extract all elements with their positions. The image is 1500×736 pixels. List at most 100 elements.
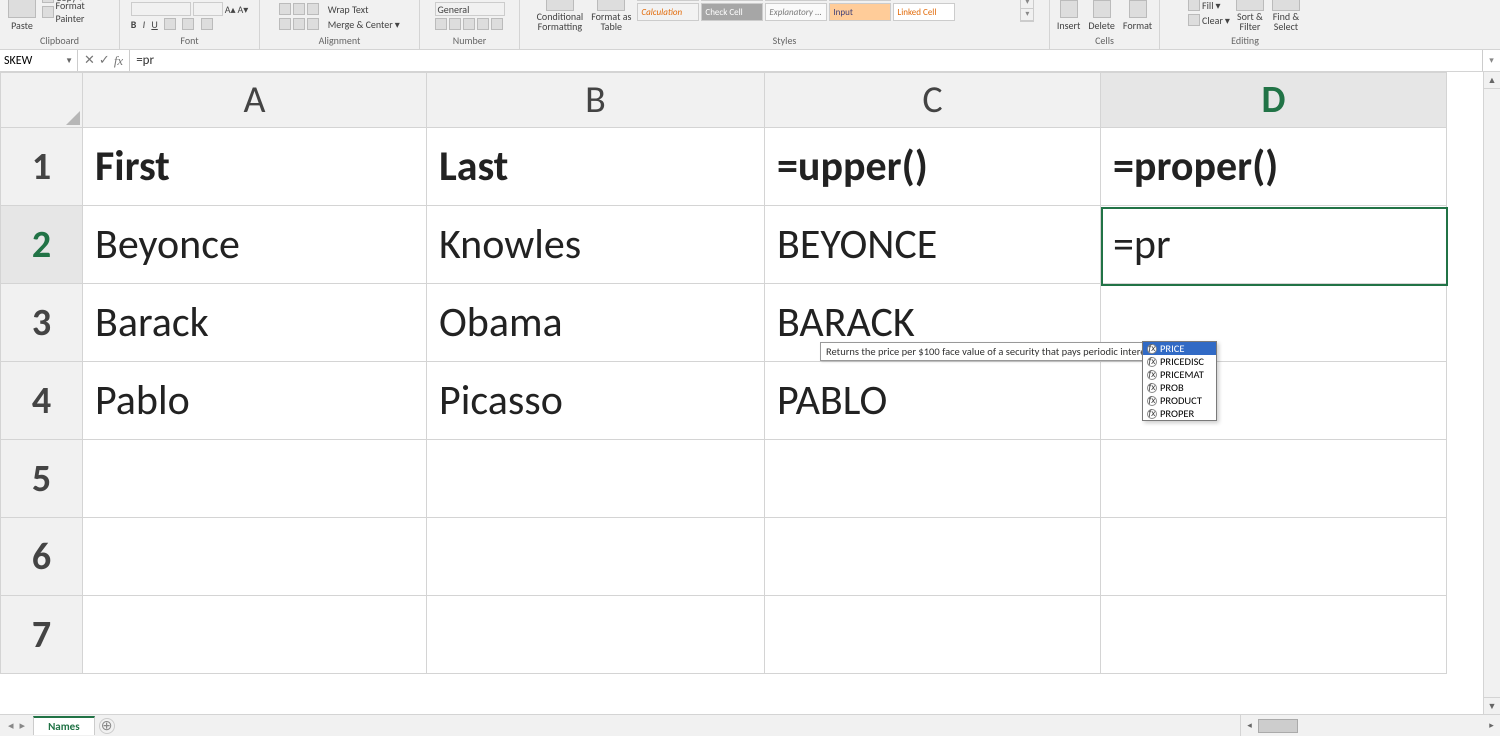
spreadsheet-grid[interactable]: A B C D 1 First Last =upper() =proper() … xyxy=(0,72,1447,674)
autocomplete-item-product[interactable]: fxPRODUCT xyxy=(1143,394,1216,407)
fill-button[interactable]: Fill ▾ xyxy=(1188,0,1230,12)
align-center-button[interactable] xyxy=(293,18,305,30)
horizontal-scrollbar[interactable]: ◂ ▸ xyxy=(1240,714,1500,736)
row-header-2[interactable]: 2 xyxy=(1,206,83,284)
align-top-button[interactable] xyxy=(279,3,291,15)
style-input[interactable]: Input xyxy=(829,3,891,21)
align-bottom-button[interactable] xyxy=(307,3,319,15)
cell-d6[interactable] xyxy=(1101,518,1447,596)
vertical-scrollbar[interactable]: ▲ ▼ xyxy=(1483,72,1500,714)
format-painter-button[interactable]: Format Painter xyxy=(42,5,113,19)
border-button[interactable] xyxy=(164,18,176,30)
format-as-table-button[interactable]: Format as Table xyxy=(589,0,633,32)
sheet-nav-buttons[interactable]: ◂▸ xyxy=(0,719,33,732)
cell-a2[interactable]: Beyonce xyxy=(83,206,427,284)
cell-b1[interactable]: Last xyxy=(427,128,765,206)
style-calculation[interactable]: Calculation xyxy=(637,3,699,21)
select-all-corner[interactable] xyxy=(1,73,83,128)
cell-a4[interactable]: Pablo xyxy=(83,362,427,440)
cell-c2[interactable]: BEYONCE xyxy=(765,206,1101,284)
cell-d5[interactable] xyxy=(1101,440,1447,518)
fill-color-button[interactable] xyxy=(182,18,194,30)
bold-button[interactable]: B xyxy=(131,18,137,31)
style-explanatory[interactable]: Explanatory ... xyxy=(765,3,827,21)
cell-a5[interactable] xyxy=(83,440,427,518)
paste-button[interactable]: Paste xyxy=(6,0,38,32)
styles-scroll[interactable]: ▴▾▾ xyxy=(1020,0,1034,22)
row-header-1[interactable]: 1 xyxy=(1,128,83,206)
clear-button[interactable]: Clear ▾ xyxy=(1188,13,1230,27)
decrease-decimal-button[interactable] xyxy=(491,18,503,30)
name-box[interactable]: SKEW ▼ xyxy=(0,50,78,71)
scroll-down-button[interactable]: ▼ xyxy=(1484,697,1500,714)
row-header-5[interactable]: 5 xyxy=(1,440,83,518)
hscroll-thumb[interactable] xyxy=(1258,719,1298,733)
cell-c1[interactable]: =upper() xyxy=(765,128,1101,206)
cell-c6[interactable] xyxy=(765,518,1101,596)
scroll-right-button[interactable]: ▸ xyxy=(1483,715,1500,736)
cell-a7[interactable] xyxy=(83,596,427,674)
col-header-b[interactable]: B xyxy=(427,73,765,128)
cell-d1[interactable]: =proper() xyxy=(1101,128,1447,206)
cell-c4[interactable]: PABLO xyxy=(765,362,1101,440)
find-select-button[interactable]: Find & Select xyxy=(1270,0,1302,32)
align-right-button[interactable] xyxy=(307,18,319,30)
align-left-button[interactable] xyxy=(279,18,291,30)
style-check-cell[interactable]: Check Cell xyxy=(701,3,763,21)
cancel-formula-button[interactable]: ✕ xyxy=(84,53,95,68)
scroll-left-button[interactable]: ◂ xyxy=(1241,715,1258,736)
cell-b2[interactable]: Knowles xyxy=(427,206,765,284)
row-header-3[interactable]: 3 xyxy=(1,284,83,362)
format-cells-button[interactable]: Format xyxy=(1121,0,1154,32)
cell-d7[interactable] xyxy=(1101,596,1447,674)
cell-b5[interactable] xyxy=(427,440,765,518)
autocomplete-item-prob[interactable]: fxPROB xyxy=(1143,381,1216,394)
scroll-up-button[interactable]: ▲ xyxy=(1484,72,1500,89)
cell-b3[interactable]: Obama xyxy=(427,284,765,362)
formula-bar-expand-button[interactable]: ▾ xyxy=(1482,50,1500,71)
cell-a1[interactable]: First xyxy=(83,128,427,206)
style-linked-cell[interactable]: Linked Cell xyxy=(893,3,955,21)
wrap-text-button[interactable]: Wrap Text xyxy=(328,3,369,16)
cell-a3[interactable]: Barack xyxy=(83,284,427,362)
number-format-dropdown[interactable]: General xyxy=(435,2,505,16)
style-neutral[interactable]: Neutral xyxy=(829,0,891,1)
style-bad[interactable]: Bad xyxy=(701,0,763,1)
style-good[interactable]: Good xyxy=(765,0,827,1)
row-header-7[interactable]: 7 xyxy=(1,596,83,674)
conditional-formatting-button[interactable]: Conditional Formatting xyxy=(535,0,586,32)
underline-button[interactable]: U xyxy=(151,18,157,31)
increase-font-button[interactable]: A▴ xyxy=(225,3,236,16)
autocomplete-item-proper[interactable]: fxPROPER xyxy=(1143,407,1216,420)
cell-b6[interactable] xyxy=(427,518,765,596)
delete-cells-button[interactable]: Delete xyxy=(1086,0,1117,32)
formula-autocomplete[interactable]: fxPRICE fxPRICEDISC fxPRICEMAT fxPROB fx… xyxy=(1142,341,1217,421)
increase-decimal-button[interactable] xyxy=(477,18,489,30)
font-color-button[interactable] xyxy=(201,18,213,30)
col-header-a[interactable]: A xyxy=(83,73,427,128)
cell-c5[interactable] xyxy=(765,440,1101,518)
cell-styles-gallery[interactable]: Normal Bad Good Neutral Calculation Chec… xyxy=(637,0,1020,22)
cell-d2[interactable]: =pr xyxy=(1101,206,1447,284)
autocomplete-item-pricedisc[interactable]: fxPRICEDISC xyxy=(1143,355,1216,368)
cell-a6[interactable] xyxy=(83,518,427,596)
cell-c7[interactable] xyxy=(765,596,1101,674)
align-mid-button[interactable] xyxy=(293,3,305,15)
row-header-4[interactable]: 4 xyxy=(1,362,83,440)
italic-button[interactable]: I xyxy=(143,18,146,31)
decrease-font-button[interactable]: A▾ xyxy=(238,3,249,16)
col-header-c[interactable]: C xyxy=(765,73,1101,128)
autocomplete-item-pricemat[interactable]: fxPRICEMAT xyxy=(1143,368,1216,381)
insert-cells-button[interactable]: Insert xyxy=(1055,0,1083,32)
percent-button[interactable] xyxy=(449,18,461,30)
fx-icon[interactable]: fx xyxy=(114,53,123,69)
comma-button[interactable] xyxy=(463,18,475,30)
row-header-6[interactable]: 6 xyxy=(1,518,83,596)
col-header-d[interactable]: D xyxy=(1101,73,1447,128)
sheet-tab-names[interactable]: Names xyxy=(33,716,95,735)
add-sheet-button[interactable]: ⊕ xyxy=(99,718,115,734)
cell-b7[interactable] xyxy=(427,596,765,674)
name-box-dropdown-icon[interactable]: ▼ xyxy=(65,56,73,66)
style-normal[interactable]: Normal xyxy=(637,0,699,1)
enter-formula-button[interactable]: ✓ xyxy=(99,53,110,68)
